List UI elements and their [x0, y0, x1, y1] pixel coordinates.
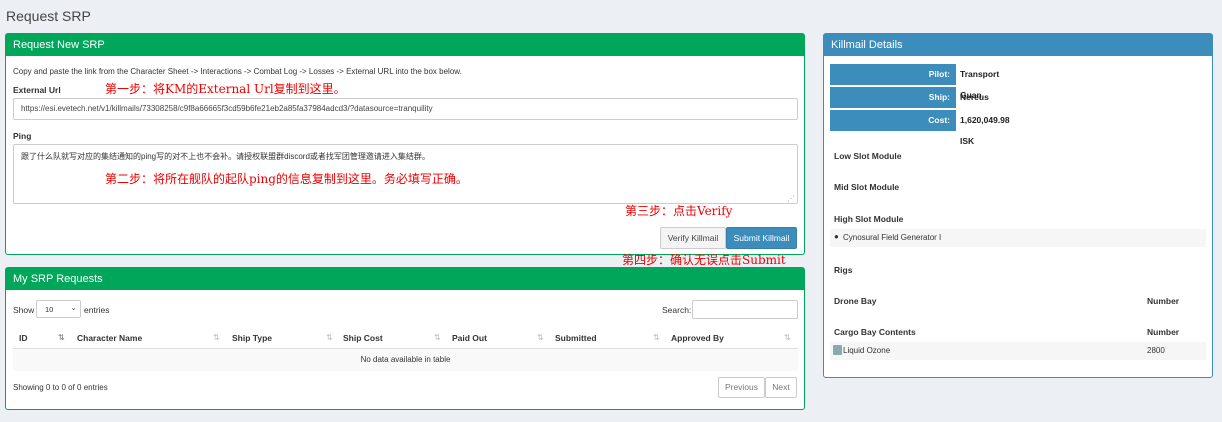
- pilot-key: Pilot:: [830, 64, 956, 85]
- external-url-value: https://esi.evetech.net/v1/killmails/733…: [21, 104, 433, 113]
- drone-number-label: Number: [1147, 296, 1180, 306]
- high-slot-item: Cynosural Field Generator I: [843, 233, 942, 242]
- annotation-step1: 第一步：将KM的External Url复制到这里。: [105, 82, 346, 96]
- col-paid-out[interactable]: Paid Out: [452, 327, 487, 349]
- mid-slot-label: Mid Slot Module: [834, 182, 900, 192]
- verify-killmail-button[interactable]: Verify Killmail: [660, 227, 726, 249]
- chevron-down-icon: ⌄: [70, 303, 77, 312]
- entries-value: 10: [45, 305, 54, 314]
- low-slot-label: Low Slot Module: [834, 151, 902, 161]
- col-ship-cost[interactable]: Ship Cost: [343, 327, 383, 349]
- sort-icon[interactable]: ⇅: [784, 327, 791, 349]
- external-url-label: External Url: [13, 85, 61, 95]
- sort-icon[interactable]: ⇅: [653, 327, 660, 349]
- annotation-step3: 第三步：点击Verify: [625, 204, 733, 218]
- ping-label: Ping: [13, 131, 32, 141]
- ping-value: 跟了什么队就写对应的集结通知的ping写的对不上也不会补。请授权联盟群disco…: [21, 152, 430, 161]
- cost-key: Cost:: [830, 110, 956, 131]
- killmail-details-panel: Killmail Details Pilot: Transport Guan S…: [823, 33, 1213, 378]
- cost-value: 1,620,049.98 ISK: [960, 115, 1010, 146]
- cargo-number-label: Number: [1147, 327, 1180, 337]
- cargo-item-name: Liquid Ozone: [843, 346, 891, 355]
- cargo-bay-label: Cargo Bay Contents: [834, 327, 916, 337]
- module-icon: ●: [834, 232, 839, 241]
- col-ship-type[interactable]: Ship Type: [232, 327, 272, 349]
- entries-select[interactable]: 10 ⌄: [36, 300, 81, 318]
- resize-handle-icon[interactable]: ⋰: [787, 194, 795, 203]
- request-srp-panel: Request New SRP Copy and paste the link …: [5, 33, 805, 255]
- ship-value: Nereus: [960, 92, 989, 102]
- rigs-label: Rigs: [834, 265, 853, 275]
- ship-key: Ship:: [830, 87, 956, 108]
- high-slot-label: High Slot Module: [834, 214, 904, 224]
- col-id[interactable]: ID: [19, 327, 28, 349]
- cargo-item-row: Liquid Ozone 2800: [830, 342, 1206, 360]
- high-slot-item-row: ● Cynosural Field Generator I: [830, 229, 1206, 247]
- entries-label: entries: [84, 305, 110, 315]
- col-character-name[interactable]: Character Name: [77, 327, 142, 349]
- request-srp-title: Request New SRP: [6, 34, 804, 56]
- my-srp-title: My SRP Requests: [6, 268, 804, 290]
- empty-text: No data available in table: [360, 355, 451, 364]
- annotation-step4: 第四步：确认无误点击Submit: [622, 253, 786, 267]
- table-info: Showing 0 to 0 of 0 entries: [13, 383, 108, 392]
- srp-table-header: ID ⇅ Character Name ⇅ Ship Type ⇅ Ship C…: [13, 327, 798, 349]
- col-approved-by[interactable]: Approved By: [671, 327, 724, 349]
- killmail-details-title: Killmail Details: [824, 34, 1212, 56]
- cargo-item-qty: 2800: [1147, 346, 1165, 355]
- external-url-input[interactable]: https://esi.evetech.net/v1/killmails/733…: [13, 98, 798, 120]
- show-label: Show: [13, 305, 35, 315]
- search-input[interactable]: [692, 300, 798, 319]
- sort-desc-icon[interactable]: ⇅: [58, 327, 65, 349]
- sort-icon[interactable]: ⇅: [326, 327, 333, 349]
- previous-button[interactable]: Previous: [718, 377, 765, 398]
- annotation-step2: 第二步：将所在舰队的起队ping的信息复制到这里。务必填写正确。: [105, 172, 468, 186]
- sort-icon[interactable]: ⇅: [434, 327, 441, 349]
- table-empty-row: No data available in table: [13, 349, 798, 371]
- next-button[interactable]: Next: [765, 377, 797, 398]
- page-title: Request SRP: [6, 8, 91, 24]
- submit-killmail-button[interactable]: Submit Killmail: [726, 227, 797, 249]
- my-srp-panel: My SRP Requests Show 10 ⌄ entries Search…: [5, 267, 805, 410]
- sort-icon[interactable]: ⇅: [213, 327, 220, 349]
- cargo-item-icon: [833, 345, 842, 355]
- search-label: Search:: [662, 305, 692, 315]
- instructions-text: Copy and paste the link from the Charact…: [13, 67, 462, 76]
- drone-bay-label: Drone Bay: [834, 296, 877, 306]
- sort-icon[interactable]: ⇅: [537, 327, 544, 349]
- col-submitted[interactable]: Submitted: [555, 327, 597, 349]
